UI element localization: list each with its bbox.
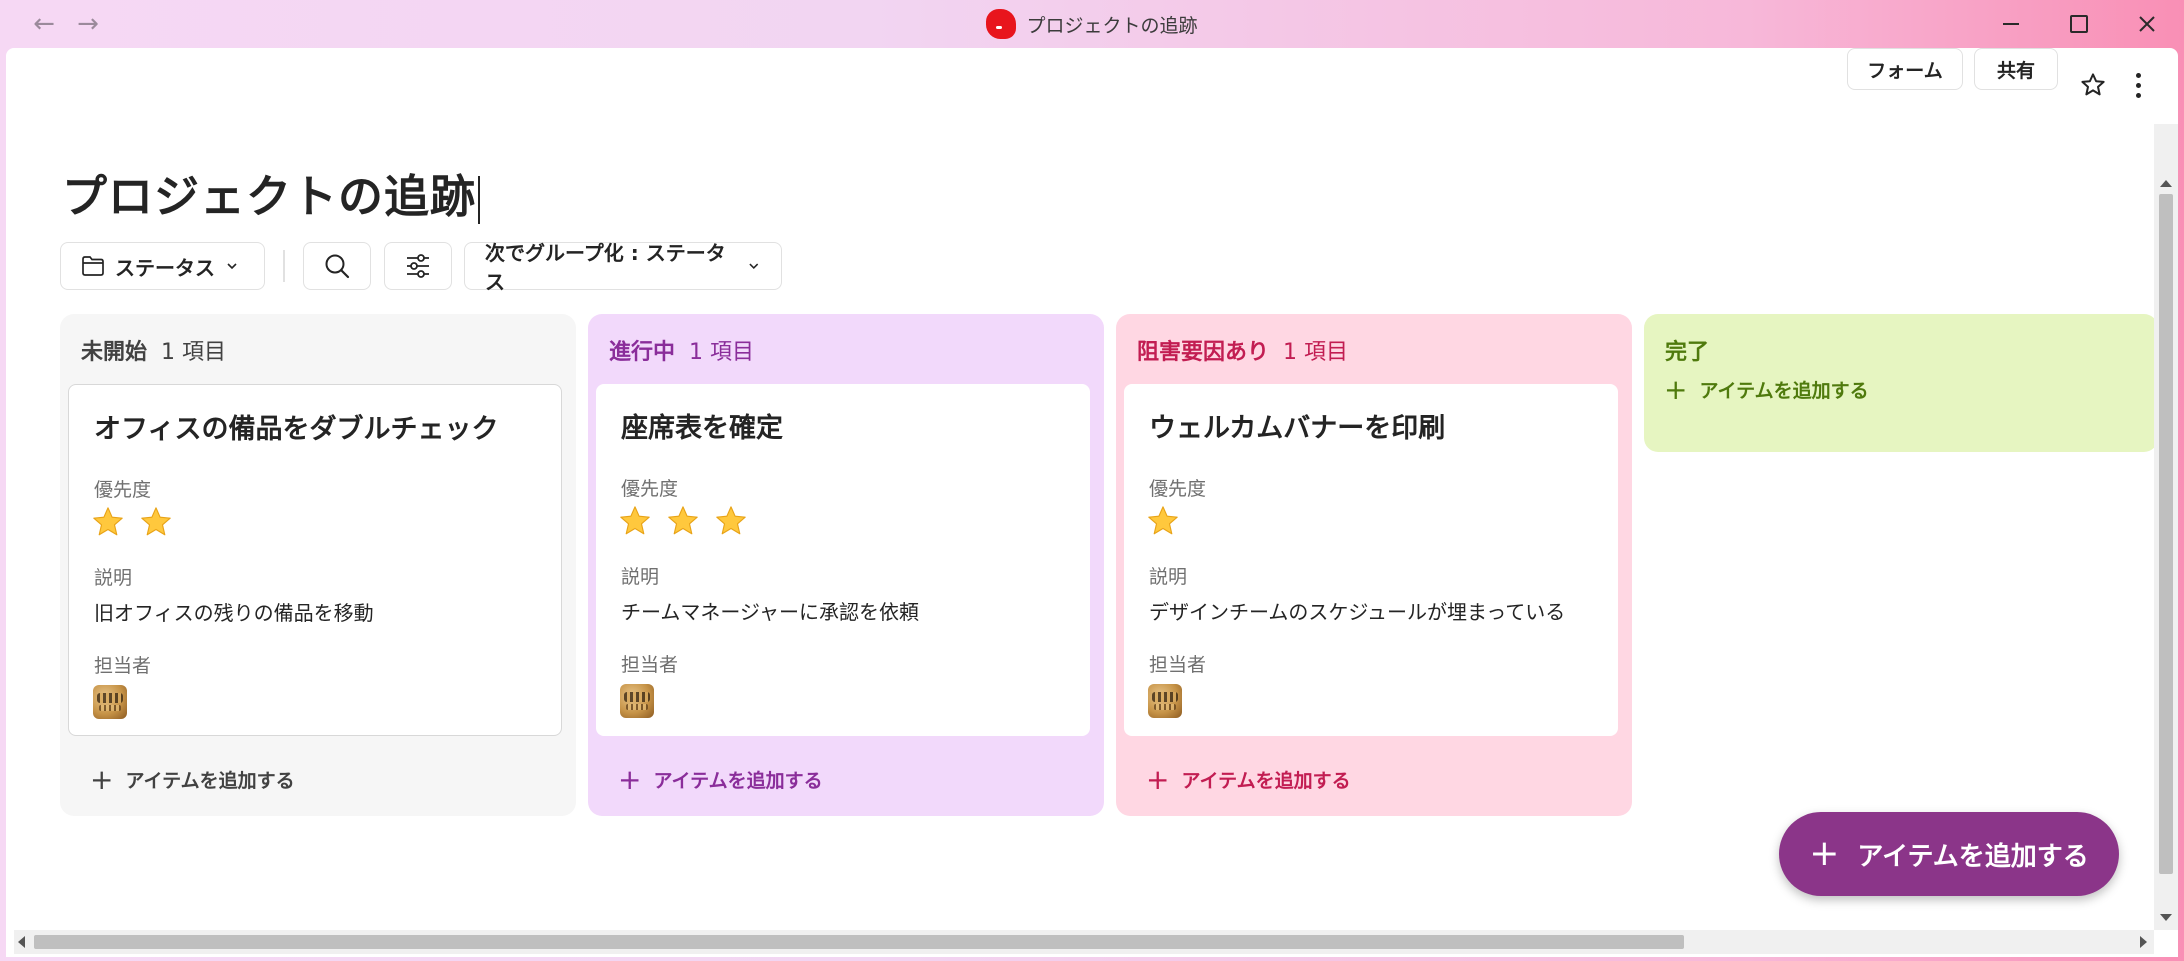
priority-label: 優先度	[94, 479, 152, 501]
column-header: 阻害要因あり 1 項目	[1137, 334, 1348, 366]
window-title: プロジェクトの追跡	[0, 0, 2184, 48]
more-options-icon[interactable]	[2128, 70, 2148, 100]
add-item-button[interactable]: + アイテムを追加する	[1664, 372, 1869, 406]
description-label: 説明	[1149, 566, 1188, 588]
add-item-button[interactable]: + アイテムを追加する	[1146, 762, 1351, 796]
folder-icon	[82, 256, 104, 276]
plus-icon: +	[1664, 372, 1688, 406]
card-description: チームマネージャーに承認を依頼	[621, 600, 919, 624]
assignee-label: 担当者	[94, 655, 152, 677]
plus-icon: +	[1146, 762, 1170, 796]
card-title: 座席表を確定	[621, 413, 783, 444]
chevron-down-icon	[749, 263, 759, 270]
main-content: フォーム 共有 プロジェクトの追跡 ステータス 次でグループ化 : ステータス	[6, 48, 2178, 957]
add-item-label: アイテムを追加する	[653, 770, 823, 792]
status-view-label: ステータス	[115, 255, 215, 280]
description-label: 説明	[621, 566, 660, 588]
column-header: 未開始 1 項目	[81, 334, 226, 366]
priority-label: 優先度	[1149, 478, 1207, 500]
card-title: ウェルカムバナーを印刷	[1149, 413, 1446, 444]
add-item-label: アイテムを追加する	[125, 770, 295, 792]
horizontal-scroll-thumb[interactable]	[34, 935, 1684, 949]
share-button[interactable]: 共有	[1974, 48, 2058, 90]
vertical-scroll-thumb[interactable]	[2159, 194, 2173, 874]
title-bar: ← → プロジェクトの追跡	[0, 0, 2184, 48]
filter-button[interactable]	[384, 242, 452, 290]
column-name: 完了	[1665, 340, 1710, 365]
card-title: オフィスの備品をダブルチェック	[94, 414, 499, 445]
add-item-fab-button[interactable]: + アイテムを追加する	[1779, 812, 2119, 896]
close-button[interactable]	[2124, 6, 2170, 42]
maximize-button[interactable]	[2056, 6, 2102, 42]
minimize-button[interactable]	[1988, 6, 2034, 42]
chevron-down-icon	[227, 263, 237, 270]
toolbar-divider	[283, 250, 285, 282]
search-button[interactable]	[303, 242, 371, 290]
item-card[interactable]: オフィスの備品をダブルチェック 優先度 説明 旧オフィスの残りの備品を移動 担当…	[68, 384, 562, 736]
add-item-label: アイテムを追加する	[1181, 770, 1351, 792]
vertical-scrollbar[interactable]	[2154, 124, 2178, 930]
column-name: 阻害要因あり	[1137, 340, 1270, 365]
scroll-down-icon[interactable]	[2160, 914, 2172, 921]
status-view-button[interactable]: ステータス	[60, 242, 265, 290]
star-icon	[716, 506, 746, 535]
app-logo-icon	[986, 9, 1017, 39]
priority-stars	[91, 505, 173, 539]
window-title-text: プロジェクトの追跡	[1026, 14, 1198, 37]
assignee-avatar	[93, 685, 127, 719]
card-description: デザインチームのスケジュールが埋まっている	[1149, 600, 1566, 624]
assignee-label: 担当者	[1149, 654, 1207, 676]
description-label: 説明	[94, 567, 133, 589]
column-done: 完了 + アイテムを追加する	[1644, 314, 2158, 452]
star-icon	[1148, 506, 1178, 535]
star-icon	[668, 506, 698, 535]
priority-label: 優先度	[621, 478, 679, 500]
scroll-up-icon[interactable]	[2160, 180, 2172, 187]
group-by-label: 次でグループ化 : ステータス	[485, 241, 726, 294]
column-in-progress: 進行中 1 項目 座席表を確定 優先度 説明 チームマネージャーに承認を依頼 担…	[588, 314, 1104, 816]
star-icon	[93, 507, 123, 536]
add-item-label: アイテムを追加する	[1699, 380, 1869, 402]
column-not-started: 未開始 1 項目 オフィスの備品をダブルチェック 優先度 説明 旧オフィスの残り…	[60, 314, 576, 816]
column-count: 1 項目	[1283, 340, 1349, 365]
priority-stars	[1146, 504, 1180, 538]
column-count: 1 項目	[161, 340, 227, 365]
fab-label: アイテムを追加する	[1857, 841, 2089, 872]
column-count: 1 項目	[689, 340, 755, 365]
scroll-right-icon[interactable]	[2140, 936, 2147, 948]
priority-stars	[618, 504, 748, 538]
text-caret	[478, 176, 481, 224]
favorite-star-icon[interactable]	[2078, 70, 2108, 100]
plus-icon: +	[90, 762, 114, 796]
form-button[interactable]: フォーム	[1847, 48, 1963, 90]
column-header: 完了	[1665, 334, 1709, 366]
column-header: 進行中 1 項目	[609, 334, 754, 366]
add-item-button[interactable]: + アイテムを追加する	[90, 762, 295, 796]
close-icon	[2139, 16, 2155, 32]
assignee-label: 担当者	[621, 654, 679, 676]
plus-icon: +	[618, 762, 642, 796]
card-description: 旧オフィスの残りの備品を移動	[94, 601, 374, 625]
assignee-avatar	[620, 684, 654, 718]
scroll-left-icon[interactable]	[18, 936, 25, 948]
star-icon	[141, 507, 171, 536]
item-card[interactable]: ウェルカムバナーを印刷 優先度 説明 デザインチームのスケジュールが埋まっている…	[1124, 384, 1618, 736]
column-name: 未開始	[81, 340, 148, 365]
column-name: 進行中	[609, 340, 676, 365]
sliders-icon	[407, 254, 429, 278]
horizontal-scrollbar[interactable]	[14, 930, 2154, 954]
page-title[interactable]: プロジェクトの追跡	[62, 160, 481, 225]
column-blocked: 阻害要因あり 1 項目 ウェルカムバナーを印刷 優先度 説明 デザインチームのス…	[1116, 314, 1632, 816]
add-item-button[interactable]: + アイテムを追加する	[618, 762, 823, 796]
search-icon	[325, 254, 350, 279]
group-by-button[interactable]: 次でグループ化 : ステータス	[464, 241, 782, 294]
star-icon	[620, 506, 650, 535]
item-card[interactable]: 座席表を確定 優先度 説明 チームマネージャーに承認を依頼 担当者	[596, 384, 1090, 736]
plus-icon: +	[1809, 833, 1840, 874]
assignee-avatar	[1148, 684, 1182, 718]
